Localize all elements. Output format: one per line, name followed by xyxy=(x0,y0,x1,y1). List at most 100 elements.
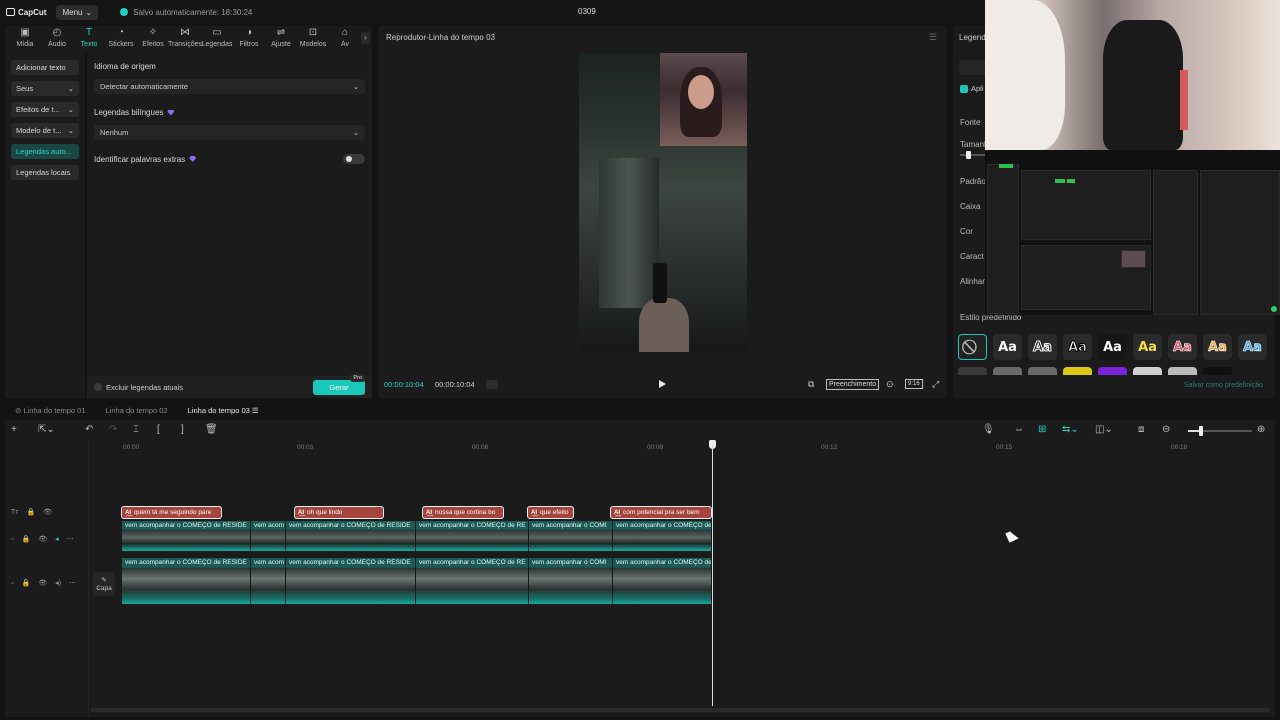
tab-adjust[interactable]: ⇌ Ajuste xyxy=(265,26,297,49)
preset-style-1[interactable]: Aa xyxy=(993,334,1022,360)
aspect-ratio-button[interactable]: 9:16 xyxy=(905,379,923,389)
zoom-slider[interactable] xyxy=(1188,430,1252,432)
preset-style-15[interactable] xyxy=(1168,367,1197,375)
menu-button[interactable]: Menu ⌄ xyxy=(56,4,99,20)
nav-text-effects[interactable]: Efeitos de t... ⌄ xyxy=(11,102,79,117)
video-clip[interactable]: vem acompanhar o COMEÇO de RESIDE xyxy=(286,558,416,604)
microphone-icon[interactable]: 🎙 xyxy=(982,424,995,435)
tab-transitions[interactable]: ⋈ Transições xyxy=(168,26,202,49)
tab-timeline-01[interactable]: ⊘ Linha do tempo 01 xyxy=(5,406,96,415)
preset-style-5[interactable]: Aa xyxy=(1133,334,1162,360)
preset-style-6[interactable]: Aa xyxy=(1168,334,1197,360)
split-icon[interactable]: ⌶ xyxy=(133,424,139,435)
timeline-scrollbar[interactable] xyxy=(90,708,1270,712)
preset-style-3[interactable]: Aa xyxy=(1063,334,1092,360)
tab-timeline-02[interactable]: Linha do tempo 02 xyxy=(96,406,178,415)
lock-icon[interactable]: 🔒 xyxy=(21,535,30,543)
trim-left-icon[interactable]: [ xyxy=(157,424,160,435)
auto-snap-icon[interactable]: ⇆⌄ xyxy=(1062,424,1079,435)
tab-stickers[interactable]: ◔ Stickers xyxy=(105,26,137,49)
tab-media[interactable]: ▣ Mídia xyxy=(9,26,41,49)
preset-none-icon[interactable]: ⃠ xyxy=(958,334,987,360)
nav-auto-captions[interactable]: Legendas auto... xyxy=(11,144,79,159)
trim-right-icon[interactable]: ] xyxy=(181,424,184,435)
audio-icon[interactable]: ◂ xyxy=(55,535,59,543)
nav-add-text[interactable]: Adicionar texto xyxy=(11,60,79,75)
select-tool-icon[interactable]: ⇱⌄ xyxy=(38,424,55,435)
preset-style-13[interactable] xyxy=(1098,367,1127,375)
video-clip[interactable]: vem acompanhar o COMEÇO de RESIDE xyxy=(286,521,416,551)
tab-timeline-03[interactable]: Linha do tempo 03 ☰ xyxy=(178,406,269,415)
tab-more[interactable]: ⌂ Av xyxy=(329,26,361,49)
preset-style-9[interactable] xyxy=(958,367,987,375)
zoom-in-icon[interactable]: ⊕ xyxy=(1257,424,1265,435)
crop-icon[interactable]: ⧉ xyxy=(808,379,814,390)
redo-icon[interactable]: ↷ xyxy=(109,424,117,435)
timecode-format-icon[interactable] xyxy=(486,379,498,389)
subtitle-clip[interactable]: A͟I oh que lindo xyxy=(294,506,384,519)
video-preview[interactable] xyxy=(579,53,747,352)
undo-icon[interactable]: ↶ xyxy=(85,424,93,435)
preset-style-4[interactable]: Aa xyxy=(1098,334,1127,360)
apply-all-checkbox[interactable]: Apli xyxy=(960,84,984,93)
hamburger-icon[interactable]: ☰ xyxy=(929,32,937,43)
subtitle-view-icon[interactable]: ⧈ xyxy=(1138,424,1144,435)
play-icon[interactable] xyxy=(659,380,666,388)
more-icon[interactable]: ⋯ xyxy=(67,535,74,543)
video-clip[interactable]: vem acom xyxy=(251,521,286,551)
more-icon[interactable]: ⋯ xyxy=(69,579,76,587)
preset-style-12[interactable] xyxy=(1063,367,1092,375)
preset-style-8[interactable]: Aa xyxy=(1238,334,1267,360)
snapshot-icon[interactable]: ⊙ xyxy=(886,379,894,390)
video-clip[interactable]: vem acompanhar o COMEÇO de xyxy=(613,521,712,551)
eye-icon[interactable]: 👁 xyxy=(43,508,52,516)
speaker-icon[interactable]: ◂) xyxy=(55,579,61,587)
subtitle-clip[interactable]: A͟I com potencial pra ser bem xyxy=(610,506,712,519)
playhead[interactable] xyxy=(712,444,713,706)
nav-text-templates[interactable]: Modelo de t... ⌄ xyxy=(11,123,79,138)
time-ruler[interactable]: 00:00 00:03 00:06 00:09 00:12 00:15 00:1… xyxy=(123,442,1273,456)
preset-style-16[interactable] xyxy=(1203,367,1232,375)
subtitle-clip[interactable]: A͟I quem tá me seguindo pare xyxy=(121,506,222,519)
fill-mode-button[interactable]: Preenchimento xyxy=(826,378,880,390)
tab-audio[interactable]: ◴ Áudio xyxy=(41,26,73,49)
lock-icon[interactable]: 🔒 xyxy=(21,579,30,587)
video-clip[interactable]: vem acompanhar o COMI xyxy=(529,521,613,551)
hamburger-icon[interactable]: ☰ xyxy=(250,406,259,415)
link-icon[interactable]: ⇔ xyxy=(1014,424,1024,435)
video-clip[interactable]: vem acompanhar o COMEÇO de RE xyxy=(416,558,529,604)
zoom-slider-handle[interactable] xyxy=(1199,426,1203,436)
subtitle-clip[interactable]: A͟I nossa que cortina bo xyxy=(422,506,504,519)
bilingual-select[interactable]: Nenhum ⌄ xyxy=(94,125,365,140)
tab-captions[interactable]: ▭ Legendas xyxy=(201,26,233,49)
add-icon[interactable]: + xyxy=(11,424,17,435)
eye-icon[interactable]: 👁 xyxy=(38,579,47,587)
delete-icon[interactable]: 🗑 xyxy=(205,424,218,435)
tab-effects[interactable]: ✧ Efeitos xyxy=(137,26,169,49)
preset-style-11[interactable] xyxy=(1028,367,1057,375)
lock-icon[interactable]: 🔒 xyxy=(26,508,35,516)
magnet-icon[interactable]: ⊞ xyxy=(1038,424,1046,435)
fullscreen-icon[interactable]: ⤢ xyxy=(932,379,939,390)
preview-axis-icon[interactable]: ◫⌄ xyxy=(1095,424,1113,435)
chevron-right-icon[interactable]: › xyxy=(361,32,370,44)
video-clip[interactable]: vem acom xyxy=(251,558,286,604)
video-clip[interactable]: vem acompanhar o COMEÇO de RESIDE xyxy=(122,521,251,551)
tab-text[interactable]: T Texto xyxy=(73,26,105,49)
video-clip[interactable]: vem acompanhar o COMI xyxy=(529,558,613,604)
nav-yours[interactable]: Seus ⌄ xyxy=(11,81,79,96)
cover-button[interactable]: ✎ Capa xyxy=(93,572,115,596)
preset-style-10[interactable] xyxy=(993,367,1022,375)
video-clip[interactable]: vem acompanhar o COMEÇO de RESIDE xyxy=(122,558,251,604)
subtitle-clip[interactable]: A͟I que efeito xyxy=(527,506,574,519)
tab-filters[interactable]: ◑ Filtros xyxy=(233,26,265,49)
preset-style-14[interactable] xyxy=(1133,367,1162,375)
eye-icon[interactable]: 👁 xyxy=(38,535,47,543)
save-preset-button[interactable]: Salvar como predefinição xyxy=(1184,382,1263,389)
zoom-out-icon[interactable]: ⊖ xyxy=(1162,424,1170,435)
preset-style-7[interactable]: Aa xyxy=(1203,334,1232,360)
extra-words-toggle[interactable] xyxy=(343,154,365,164)
source-language-select[interactable]: Detectar automaticamente ⌄ xyxy=(94,79,365,94)
tab-templates[interactable]: ⊡ Modelos xyxy=(297,26,329,49)
nav-local-captions[interactable]: Legendas locais xyxy=(11,165,79,180)
